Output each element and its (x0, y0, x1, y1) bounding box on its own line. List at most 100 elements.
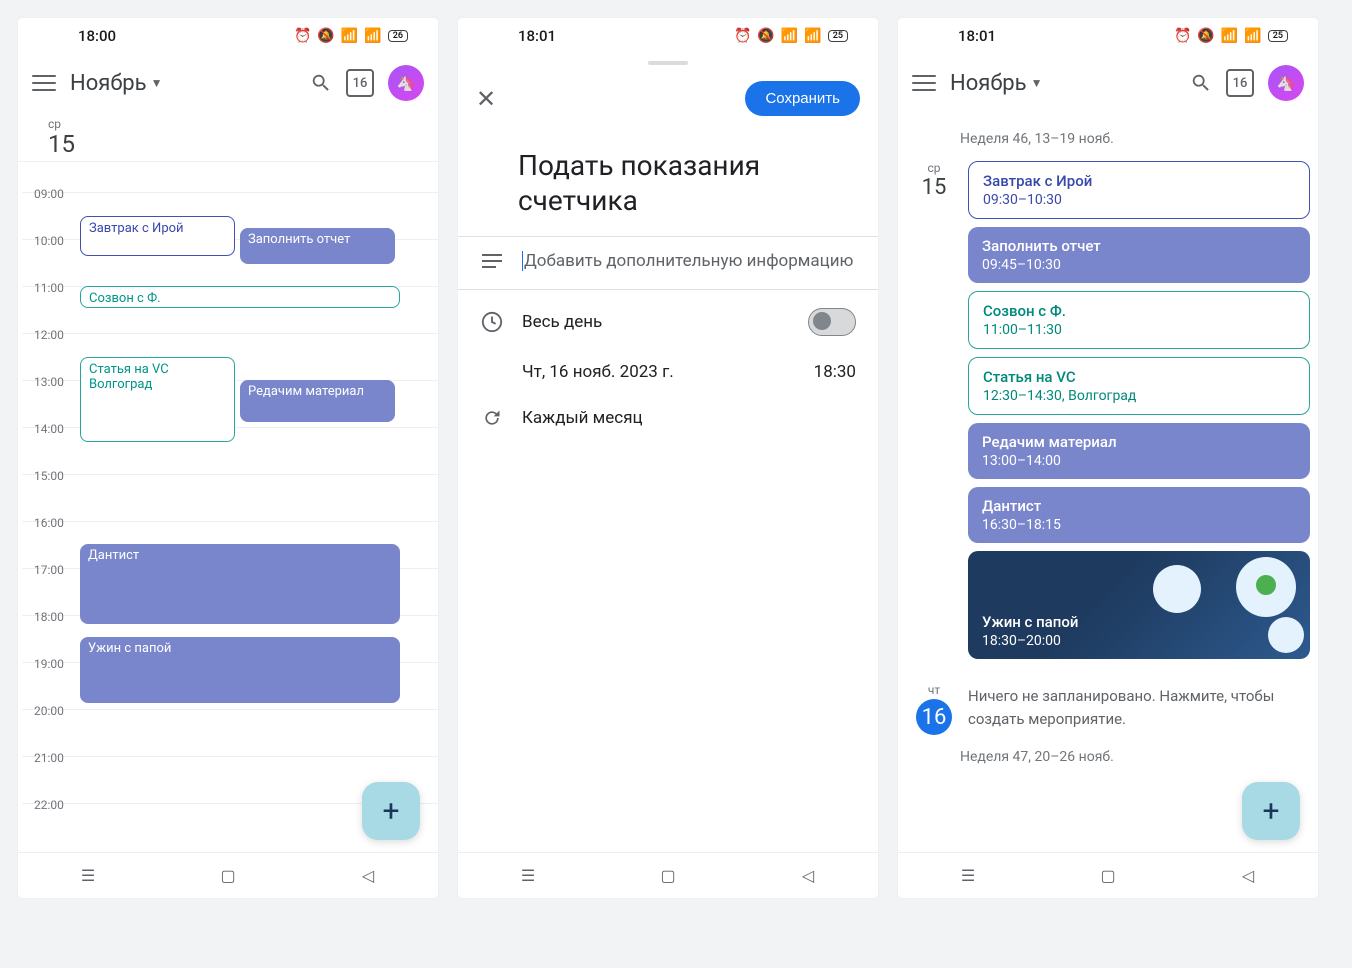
dnd-icon: 🔕 (1197, 28, 1214, 44)
alarm-icon: ⏰ (294, 28, 311, 44)
schedule-day-15: ср 15 Завтрак с Ирой 09:30–10:30 Заполни… (898, 161, 1318, 659)
create-top-bar: ✕ Сохранить (458, 65, 878, 132)
event-card-redachim[interactable]: Редачим материал 13:00–14:00 (968, 423, 1310, 479)
hour-label: 20:00 (22, 704, 78, 718)
hour-label: 10:00 (22, 234, 78, 248)
nav-back-icon[interactable]: ◁ (357, 865, 379, 887)
android-navbar: ☰ ▢ ◁ (18, 852, 438, 898)
event-zavtrak[interactable]: Завтрак с Ирой (80, 216, 235, 256)
month-label: Ноябрь (950, 71, 1027, 96)
event-card-dantist[interactable]: Дантист 16:30–18:15 (968, 487, 1310, 543)
status-bar: 18:01 ⏰ 🔕 📶 📶 25 (898, 18, 1318, 53)
date-column-selected: чт 16 (914, 683, 954, 735)
day-header: ср 15 (18, 113, 438, 162)
hour-label: 17:00 (22, 563, 78, 577)
schedule-day-16: чт 16 Ничего не запланировано. Нажмите, … (898, 683, 1318, 735)
search-button[interactable] (310, 72, 332, 94)
search-button[interactable] (1190, 72, 1212, 94)
chevron-down-icon: ▼ (1031, 76, 1043, 90)
menu-button[interactable] (32, 75, 56, 91)
signal-icon: 📶 (364, 28, 381, 44)
month-label: Ноябрь (70, 71, 147, 96)
event-card-uzhin[interactable]: Ужин с папой 18:30–20:00 (968, 551, 1310, 659)
repeat-row[interactable]: Каждый месяц (458, 394, 878, 442)
fab-create-button[interactable]: + (1242, 782, 1300, 840)
nav-recents-icon[interactable]: ☰ (77, 865, 99, 887)
nav-back-icon[interactable]: ◁ (1237, 865, 1259, 887)
nav-home-icon[interactable]: ▢ (657, 865, 679, 887)
events-column: Завтрак с Ирой 09:30–10:30 Заполнить отч… (968, 161, 1310, 659)
hour-label: 14:00 (22, 422, 78, 436)
timeline[interactable]: 09:00 10:00 11:00 12:00 13:00 14:00 15:0… (18, 162, 438, 850)
avatar-button[interactable] (388, 65, 424, 101)
event-redachim[interactable]: Редачим материал (240, 380, 395, 422)
close-button[interactable]: ✕ (476, 85, 496, 113)
allday-row: Весь день (458, 294, 878, 350)
battery-icon: 25 (828, 30, 848, 42)
signal-icon: 📶 (1244, 28, 1261, 44)
schedule-content[interactable]: Неделя 46, 13–19 нояб. ср 15 Завтрак с И… (898, 113, 1318, 852)
battery-icon: 26 (388, 30, 408, 42)
event-title-input[interactable]: Подать показания счетчика (458, 132, 878, 237)
android-navbar: ☰ ▢ ◁ (898, 852, 1318, 898)
chevron-down-icon: ▼ (151, 76, 163, 90)
nav-back-icon[interactable]: ◁ (797, 865, 819, 887)
nav-recents-icon[interactable]: ☰ (957, 865, 979, 887)
dnd-icon: 🔕 (757, 28, 774, 44)
dnd-icon: 🔕 (317, 28, 334, 44)
hour-label: 18:00 (22, 610, 78, 624)
wifi-icon: 📶 (341, 28, 358, 44)
nav-home-icon[interactable]: ▢ (1097, 865, 1119, 887)
event-vc[interactable]: Статья на VC Волгоград (80, 357, 235, 442)
hour-label: 19:00 (22, 657, 78, 671)
today-button[interactable]: 16 (1226, 69, 1254, 97)
clock-icon (480, 311, 504, 333)
event-card-otchet[interactable]: Заполнить отчет 09:45–10:30 (968, 227, 1310, 283)
time-label: 18:30 (814, 362, 856, 382)
hour-label: 09:00 (22, 187, 78, 201)
date-column: ср 15 (914, 161, 954, 659)
event-card-vc[interactable]: Статья на VC 12:30–14:30, Волгоград (968, 357, 1310, 415)
alarm-icon: ⏰ (1174, 28, 1191, 44)
fab-create-button[interactable]: + (362, 782, 420, 840)
hour-label: 13:00 (22, 375, 78, 389)
event-card-sozvon[interactable]: Созвон с Ф. 11:00–11:30 (968, 291, 1310, 349)
month-dropdown[interactable]: Ноябрь ▼ (70, 71, 163, 96)
event-uzhin[interactable]: Ужин с папой (80, 637, 400, 703)
today-button[interactable]: 16 (346, 69, 374, 97)
status-icons: ⏰ 🔕 📶 📶 25 (734, 28, 848, 44)
notes-icon (480, 254, 504, 268)
empty-day-hint[interactable]: Ничего не запланировано. Нажмите, чтобы … (968, 683, 1310, 730)
event-dantist[interactable]: Дантист (80, 544, 400, 624)
week-label: Неделя 47, 20–26 нояб. (898, 735, 1318, 779)
allday-toggle[interactable] (808, 308, 856, 336)
battery-icon: 25 (1268, 30, 1288, 42)
status-bar: 18:00 ⏰ 🔕 📶 📶 26 (18, 18, 438, 53)
status-bar: 18:01 ⏰ 🔕 📶 📶 25 (458, 18, 878, 53)
nav-recents-icon[interactable]: ☰ (517, 865, 539, 887)
event-otchet[interactable]: Заполнить отчет (240, 228, 395, 264)
save-button[interactable]: Сохранить (745, 81, 860, 116)
wifi-icon: 📶 (781, 28, 798, 44)
repeat-label: Каждый месяц (522, 408, 856, 428)
event-card-zavtrak[interactable]: Завтрак с Ирой 09:30–10:30 (968, 161, 1310, 219)
event-sozvon[interactable]: Созвон с Ф. (80, 286, 400, 308)
day-content: ср 15 09:00 10:00 11:00 12:00 13:00 14:0… (18, 113, 438, 852)
daynum-label: 15 (48, 131, 75, 157)
menu-button[interactable] (912, 75, 936, 91)
month-dropdown[interactable]: Ноябрь ▼ (950, 71, 1043, 96)
status-icons: ⏰ 🔕 📶 📶 25 (1174, 28, 1288, 44)
avatar-button[interactable] (1268, 65, 1304, 101)
datetime-row[interactable]: Чт, 16 нояб. 2023 г. 18:30 (458, 350, 878, 394)
hour-label: 16:00 (22, 516, 78, 530)
phone-day-view: 18:00 ⏰ 🔕 📶 📶 26 Ноябрь ▼ 16 ср 15 (18, 18, 438, 898)
week-label: Неделя 46, 13–19 нояб. (898, 113, 1318, 161)
hour-label: 22:00 (22, 798, 78, 812)
description-placeholder: Добавить дополнительную информацию (522, 251, 856, 271)
allday-label: Весь день (522, 312, 790, 332)
hour-label: 11:00 (22, 281, 78, 295)
repeat-icon (480, 408, 504, 428)
description-row[interactable]: Добавить дополнительную информацию (458, 237, 878, 285)
app-top-bar: Ноябрь ▼ 16 (18, 53, 438, 113)
nav-home-icon[interactable]: ▢ (217, 865, 239, 887)
